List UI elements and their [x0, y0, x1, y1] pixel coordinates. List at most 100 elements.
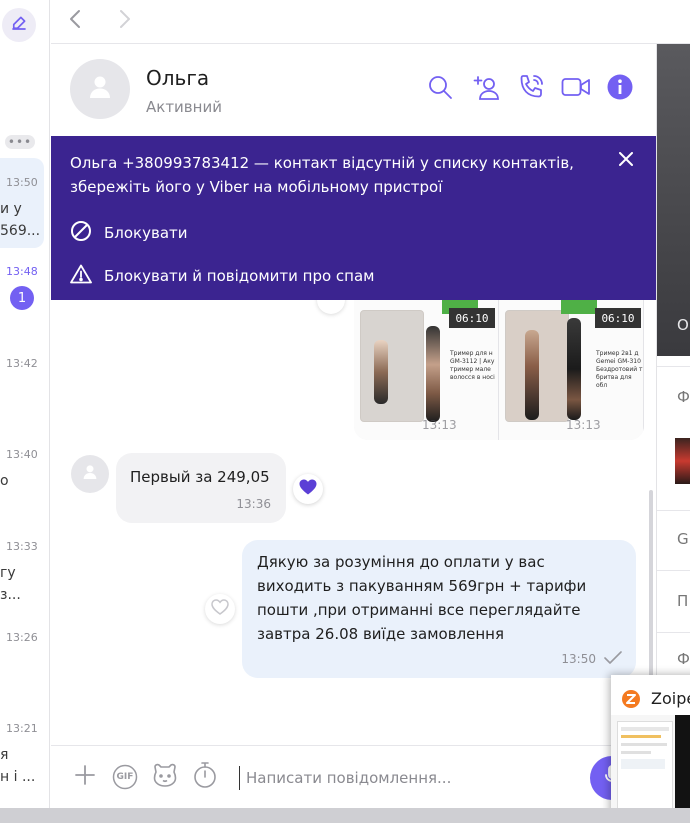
chat-list-snippet: з...: [0, 587, 21, 603]
sticker-button[interactable]: [151, 763, 179, 791]
chat-list-snippet: 569...: [0, 223, 41, 239]
add-participant-button[interactable]: [472, 74, 502, 104]
phone-icon: [517, 73, 545, 105]
chat-list-time: 13:50: [6, 176, 38, 189]
add-person-icon: [473, 73, 501, 105]
window-bottom-edge: [0, 808, 690, 823]
message-time: 13:50: [561, 652, 596, 666]
video-camera-icon: [561, 76, 591, 102]
chat-list-time: 13:48: [6, 265, 38, 278]
message-text: Первый за 249,05: [130, 468, 270, 486]
gif-icon: GIF: [112, 764, 138, 790]
trimmer-device: [426, 326, 440, 422]
person-icon: [89, 75, 111, 103]
close-icon: [619, 151, 633, 170]
heart-filled-icon: [299, 479, 317, 499]
compose-button[interactable]: [2, 8, 36, 42]
trimmer-device: [525, 330, 539, 420]
chat-header: Ольга Активний: [51, 44, 656, 136]
gif-label: GIF: [116, 772, 134, 782]
divider: [657, 366, 690, 367]
block-button[interactable]: Блокувати: [70, 220, 188, 246]
chat-list-snippet: я: [0, 747, 9, 763]
unread-badge: 1: [10, 286, 34, 310]
incoming-message[interactable]: Первый за 249,05 13:36: [116, 453, 286, 523]
heart-outline-icon: [211, 599, 229, 619]
info-panel-label: О: [677, 316, 689, 334]
block-report-spam-button[interactable]: Блокувати й повідомити про спам: [70, 264, 375, 288]
product-time-display: 06:10: [595, 308, 641, 328]
block-report-spam-label: Блокувати й повідомити про спам: [104, 267, 375, 285]
product-time-display: 06:10: [449, 308, 495, 328]
chevron-right-icon: [116, 9, 132, 33]
attach-button[interactable]: [71, 763, 99, 791]
chevron-left-icon: [68, 9, 84, 33]
divider: [657, 510, 690, 511]
gif-button[interactable]: GIF: [111, 763, 139, 791]
block-icon: [70, 220, 92, 246]
info-panel-header-image: [657, 44, 690, 356]
message-text: Дякую за розуміння до оплати у вас виход…: [257, 553, 587, 643]
chat-list-snippet: о: [0, 473, 9, 489]
outgoing-message[interactable]: Дякую за розуміння до оплати у вас виход…: [242, 540, 636, 678]
chat-list-time: 13:26: [6, 631, 38, 644]
product-box: [360, 310, 424, 422]
image-time: 13:13: [422, 418, 457, 432]
zoiper-window-thumbnail: [611, 715, 690, 823]
message-composer: GIF: [51, 745, 656, 808]
sender-avatar[interactable]: [71, 455, 109, 493]
chat-info-button[interactable]: [605, 74, 635, 104]
contact-status: Активний: [146, 98, 222, 116]
back-button[interactable]: [61, 6, 91, 36]
product-badge: [561, 300, 597, 314]
image-message[interactable]: 06:10 Тример для н GM-3112 | Аку тример …: [354, 300, 644, 440]
top-navigation: [51, 0, 690, 44]
message-area[interactable]: 06:10 Тример для н GM-3112 | Аку тример …: [51, 300, 656, 745]
disappearing-message-button[interactable]: [191, 761, 219, 793]
divider: [657, 632, 690, 633]
trimmer-device: [567, 318, 581, 420]
chat-list-snippet: н і ...: [0, 769, 36, 785]
plus-icon: [74, 764, 96, 790]
info-panel-item[interactable]: Ф: [677, 388, 690, 406]
block-label: Блокувати: [104, 224, 188, 242]
chat-list-time: 13:40: [6, 448, 38, 461]
compose-icon: [10, 14, 28, 36]
video-call-button[interactable]: [561, 74, 591, 104]
warning-icon: [70, 264, 92, 288]
banner-close-button[interactable]: [614, 148, 638, 172]
info-panel-item[interactable]: П: [677, 592, 688, 610]
info-icon: [607, 74, 633, 104]
contact-name[interactable]: Ольга: [146, 66, 209, 90]
unknown-contact-banner: Ольга +380993783412 — контакт відсутній …: [51, 136, 656, 300]
info-panel-item[interactable]: Ф: [677, 650, 690, 668]
search-button[interactable]: [425, 74, 455, 104]
like-button[interactable]: [205, 594, 235, 624]
scroll-button[interactable]: [317, 300, 345, 314]
more-dots[interactable]: •••: [5, 135, 35, 149]
chat-list-time: 13:21: [6, 722, 38, 735]
divider: [657, 570, 690, 571]
zoiper-taskbar-preview[interactable]: Zoipe: [611, 675, 690, 823]
chat-list-snippet: и у: [0, 201, 22, 217]
sticker-bear-icon: [151, 762, 179, 792]
contact-avatar[interactable]: [70, 59, 130, 119]
message-time: 13:36: [236, 497, 271, 511]
chat-list-snippet: гу: [0, 565, 16, 581]
info-panel-item[interactable]: Gl: [677, 530, 690, 548]
checkmark-icon: [604, 650, 622, 669]
search-icon: [427, 74, 453, 104]
forward-button[interactable]: [109, 6, 139, 36]
banner-text: Ольга +380993783412 — контакт відсутній …: [70, 154, 574, 196]
timer-icon: [192, 761, 218, 793]
product-title: Тример 2в1 д Gemei GM-310 Бездротовий т …: [596, 350, 643, 389]
chat-list-time: 13:42: [6, 357, 38, 370]
message-input[interactable]: [239, 766, 579, 790]
voice-call-button[interactable]: [516, 74, 546, 104]
zoiper-title: Zoipe: [651, 689, 690, 708]
media-thumbnail[interactable]: [675, 438, 690, 484]
chat-list-time: 13:33: [6, 540, 38, 553]
product-title: Тример для н GM-3112 | Аку тример мале в…: [450, 350, 495, 381]
like-button[interactable]: [293, 474, 323, 504]
image-time: 13:13: [566, 418, 601, 432]
